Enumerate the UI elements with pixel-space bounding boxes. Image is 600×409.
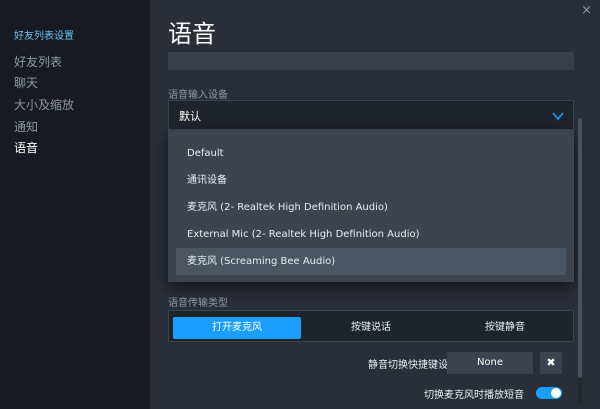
page-title: 语音: [168, 20, 216, 48]
input-device-selected-value: 默认: [179, 110, 201, 123]
sidebar-item-notifications[interactable]: 通知: [14, 118, 38, 135]
menu-item-default[interactable]: Default: [176, 140, 566, 167]
mute-hotkey-button[interactable]: None: [447, 352, 533, 374]
settings-panel: × 语音 语音输入设备 默认 Default 通讯设备 麦克风 (2- Real…: [150, 0, 600, 409]
sidebar-item-voice[interactable]: 语音: [14, 139, 38, 156]
toggle-knob: [551, 388, 561, 398]
input-device-label: 语音输入设备: [168, 90, 228, 101]
toggle-sound-label: 切换麦克风时播放短音: [424, 390, 524, 401]
menu-item-communications-device[interactable]: 通讯设备: [176, 167, 566, 194]
sidebar-item-friends-list[interactable]: 好友列表: [14, 53, 62, 70]
sidebar-title: 好友列表设置: [14, 31, 74, 42]
transmission-type-label: 语音传输类型: [168, 298, 228, 309]
push-to-mute-button[interactable]: 按键静音: [441, 317, 569, 339]
open-mic-button[interactable]: 打开麦克风: [173, 317, 301, 339]
close-button[interactable]: ×: [581, 4, 592, 17]
menu-item-external-mic[interactable]: External Mic (2- Realtek High Definition…: [176, 221, 566, 248]
clear-hotkey-button[interactable]: ✖: [540, 352, 562, 374]
scrollbar-thumb[interactable]: [578, 118, 582, 378]
input-device-dropdown[interactable]: 默认: [168, 100, 574, 130]
top-section-strip: [168, 52, 574, 70]
chevron-down-icon: [552, 112, 564, 121]
sidebar: 好友列表设置 好友列表 聊天 大小及缩放 通知 语音: [0, 0, 150, 409]
sidebar-item-size-scaling[interactable]: 大小及缩放: [14, 96, 74, 113]
transmission-type-selector: 打开麦克风 按键说话 按键静音: [168, 310, 574, 342]
toggle-sound-switch[interactable]: [536, 387, 562, 399]
push-to-talk-button[interactable]: 按键说话: [307, 317, 435, 339]
sidebar-item-chat[interactable]: 聊天: [14, 74, 38, 91]
menu-item-realtek-mic[interactable]: 麦克风 (2- Realtek High Definition Audio): [176, 194, 566, 221]
menu-item-screaming-bee-mic[interactable]: 麦克风 (Screaming Bee Audio): [176, 248, 566, 275]
input-device-menu: Default 通讯设备 麦克风 (2- Realtek High Defini…: [168, 130, 574, 282]
